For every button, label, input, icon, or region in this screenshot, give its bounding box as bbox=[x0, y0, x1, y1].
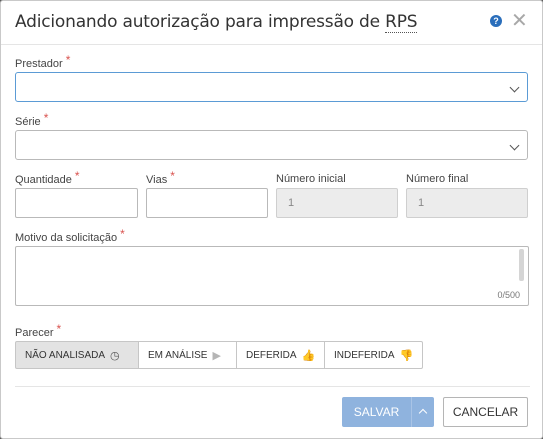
authorization-dialog: Adicionando autorização para impressão d… bbox=[0, 0, 543, 439]
motivo-textarea[interactable]: 0/500 bbox=[15, 246, 529, 306]
option-label: NÃO ANALISADA bbox=[25, 349, 106, 361]
option-label: DEFERIDA bbox=[246, 349, 297, 361]
prestador-label-text: Prestador bbox=[15, 58, 63, 70]
numero-final-input: 1 bbox=[406, 188, 528, 218]
numero-inicial-input: 1 bbox=[276, 188, 398, 218]
parecer-option-deferida[interactable]: DEFERIDA 👍 bbox=[236, 341, 325, 369]
serie-label-text: Série bbox=[15, 116, 41, 128]
vias-input[interactable] bbox=[146, 188, 268, 218]
play-icon: ▶ bbox=[212, 349, 221, 362]
required-mark: * bbox=[120, 227, 125, 241]
numero-final-label: Número final bbox=[406, 173, 469, 185]
quantidade-label: Quantidade * bbox=[15, 169, 80, 186]
parecer-label-text: Parecer bbox=[15, 327, 54, 339]
thumbs-up-icon: 👍 bbox=[301, 349, 316, 362]
prestador-label: Prestador * bbox=[15, 53, 71, 70]
save-button[interactable]: SALVAR bbox=[342, 397, 411, 427]
required-mark: * bbox=[43, 111, 49, 125]
vias-label-text: Vias bbox=[146, 174, 168, 186]
chevron-down-icon bbox=[509, 140, 520, 151]
dialog-title: Adicionando autorização para impressão d… bbox=[15, 12, 418, 33]
required-mark: * bbox=[56, 322, 62, 336]
chevron-down-icon bbox=[509, 82, 520, 93]
option-label: INDEFERIDA bbox=[334, 349, 395, 361]
save-options-button[interactable] bbox=[411, 397, 434, 427]
help-icon[interactable]: ? bbox=[490, 15, 502, 27]
motivo-label: Motivo da solicitação * bbox=[15, 227, 125, 244]
quantidade-label-text: Quantidade bbox=[15, 174, 72, 186]
prestador-select[interactable] bbox=[15, 72, 528, 102]
chevron-up-icon bbox=[418, 408, 428, 418]
parecer-segmented-control: NÃO ANALISADA ◷ EM ANÁLISE ▶ DEFERIDA 👍 … bbox=[15, 341, 423, 369]
parecer-option-nao-analisada[interactable]: NÃO ANALISADA ◷ bbox=[15, 341, 139, 369]
serie-select[interactable] bbox=[15, 130, 528, 160]
footer-divider bbox=[15, 386, 530, 387]
numero-inicial-label: Número inicial bbox=[276, 173, 346, 185]
parecer-label: Parecer * bbox=[15, 322, 62, 339]
cancel-button[interactable]: CANCELAR bbox=[443, 397, 528, 427]
dialog-title-text: Adicionando autorização para impressão d… bbox=[15, 12, 386, 32]
dialog-header: Adicionando autorização para impressão d… bbox=[1, 1, 542, 45]
required-mark: * bbox=[74, 169, 80, 183]
motivo-label-text: Motivo da solicitação bbox=[15, 232, 118, 244]
close-icon[interactable]: ✕ bbox=[511, 11, 528, 31]
textarea-scrollbar[interactable] bbox=[519, 249, 524, 281]
clock-icon: ◷ bbox=[110, 349, 120, 362]
thumbs-down-icon: 👎 bbox=[399, 349, 414, 362]
quantidade-input[interactable] bbox=[15, 188, 138, 218]
vias-label: Vias * bbox=[146, 169, 175, 186]
character-counter: 0/500 bbox=[497, 290, 520, 300]
serie-label: Série * bbox=[15, 111, 49, 128]
required-mark: * bbox=[65, 53, 71, 67]
dialog-title-abbr[interactable]: RPS bbox=[385, 12, 418, 33]
option-label: EM ANÁLISE bbox=[148, 349, 208, 361]
required-mark: * bbox=[170, 169, 175, 183]
parecer-option-indeferida[interactable]: INDEFERIDA 👎 bbox=[324, 341, 423, 369]
parecer-option-em-analise[interactable]: EM ANÁLISE ▶ bbox=[138, 341, 237, 369]
